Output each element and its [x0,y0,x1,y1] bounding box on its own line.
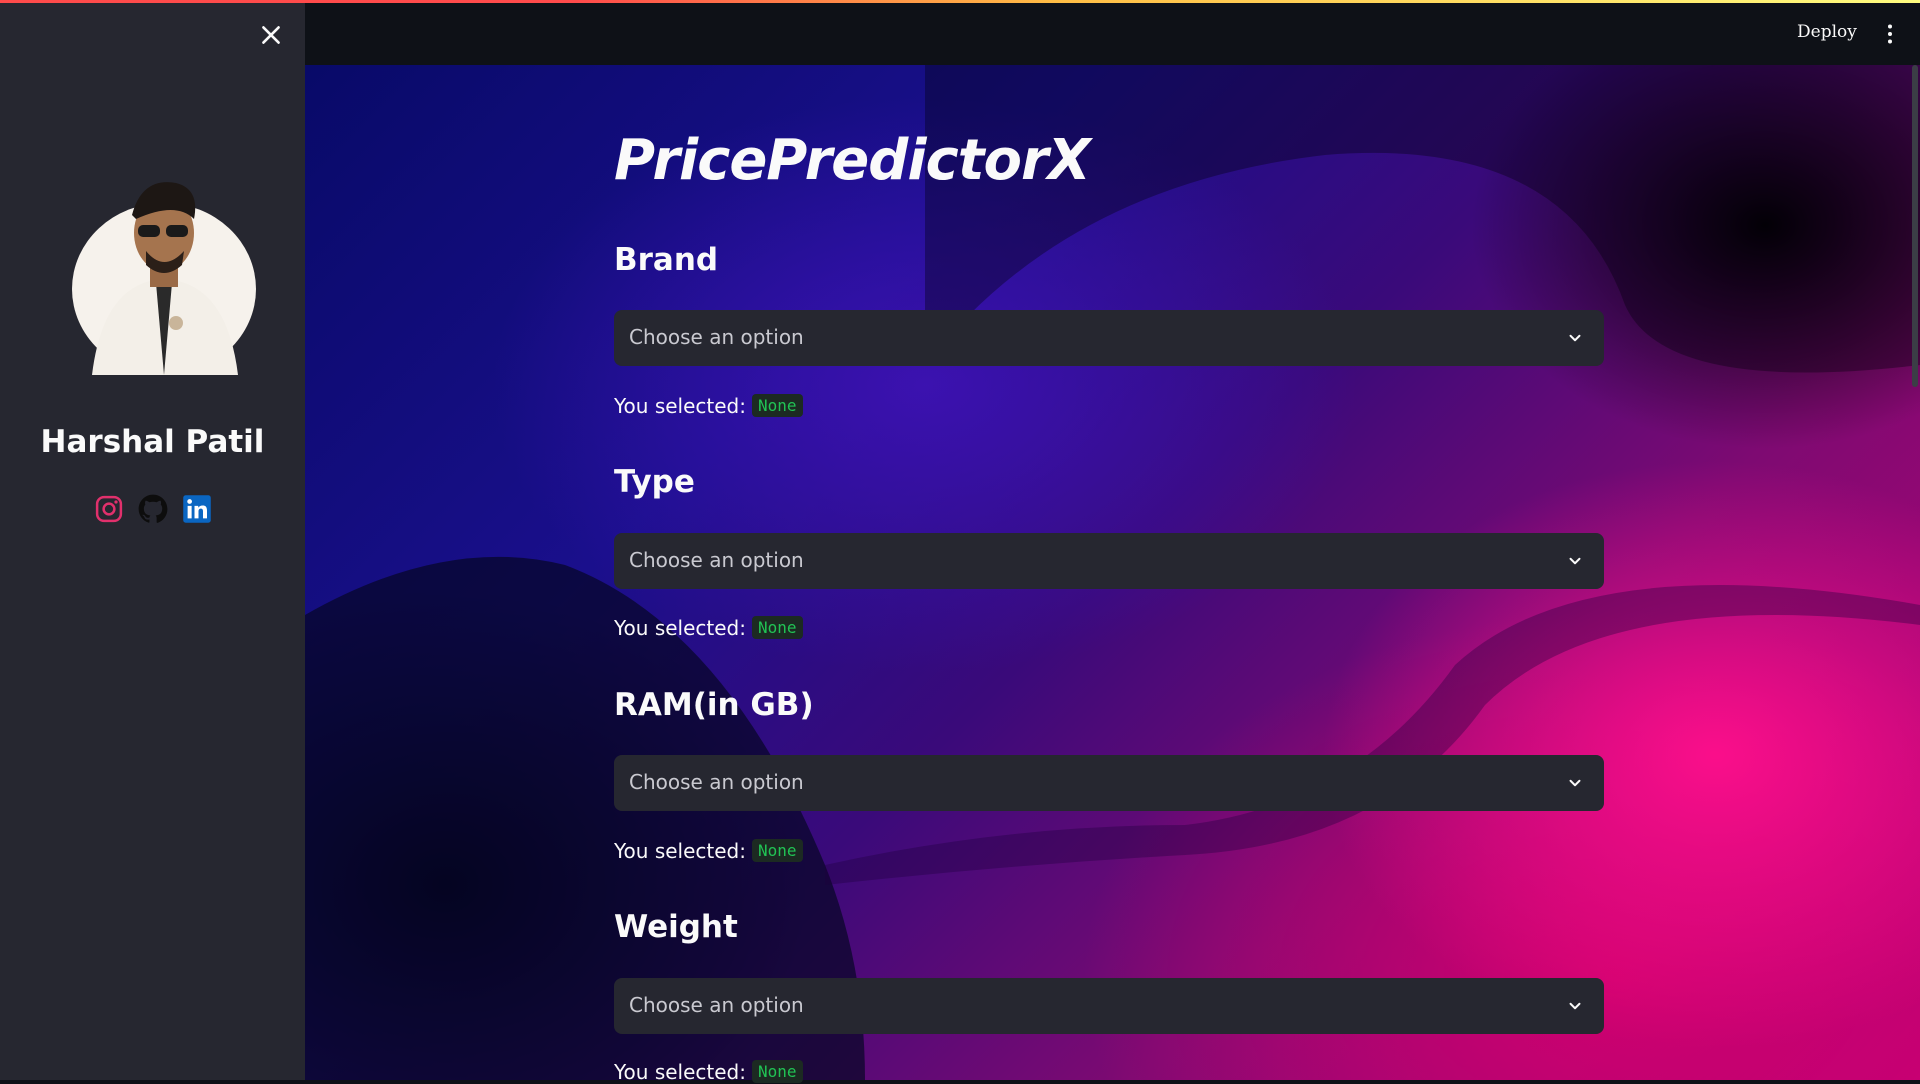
more-menu-icon[interactable] [1878,22,1902,46]
type-select[interactable]: Choose an option [614,533,1604,589]
type-select-placeholder: Choose an option [629,548,804,572]
weight-select[interactable]: Choose an option [614,978,1604,1034]
selected-prefix: You selected: [614,616,746,640]
chevron-down-icon [1569,334,1581,342]
type-label: Type [614,464,695,500]
weight-label: Weight [614,909,738,945]
github-icon[interactable] [138,494,168,524]
ram-select[interactable]: Choose an option [614,755,1604,811]
ram-selected-value: None [752,839,803,862]
avatar [72,173,256,375]
chevron-down-icon [1569,779,1581,787]
sidebar: Harshal Patil [0,0,305,1080]
ram-label: RAM(in GB) [614,687,814,723]
instagram-icon[interactable] [94,494,124,524]
brand-selected-line: You selected: None [614,394,803,418]
type-selected-line: You selected: None [614,616,803,640]
close-icon[interactable] [258,22,284,48]
selected-prefix: You selected: [614,394,746,418]
brand-selected-value: None [752,394,803,417]
weight-select-placeholder: Choose an option [629,993,804,1017]
page-title: PricePredictorX [614,128,1091,193]
selected-prefix: You selected: [614,1060,746,1084]
brand-label: Brand [614,242,719,278]
brand-select-placeholder: Choose an option [629,325,804,349]
profile-name: Harshal Patil [40,424,265,460]
weight-selected-line: You selected: None [614,1060,803,1084]
top-decoration-bar [0,0,1920,3]
ram-select-placeholder: Choose an option [629,770,804,794]
top-header [305,3,1920,65]
deploy-button[interactable]: Deploy [1797,22,1857,42]
brand-select[interactable]: Choose an option [614,310,1604,366]
chevron-down-icon [1569,1002,1581,1010]
selected-prefix: You selected: [614,839,746,863]
chevron-down-icon [1569,557,1581,565]
ram-selected-line: You selected: None [614,839,803,863]
type-selected-value: None [752,616,803,639]
scrollbar[interactable] [1912,65,1918,387]
linkedin-icon[interactable] [182,494,212,524]
